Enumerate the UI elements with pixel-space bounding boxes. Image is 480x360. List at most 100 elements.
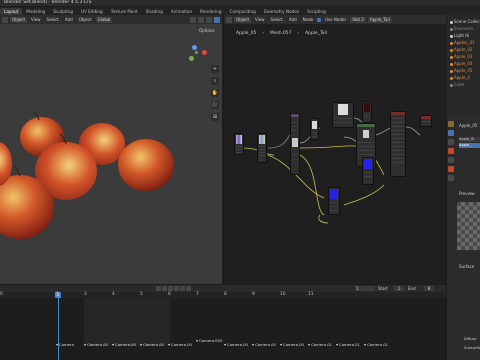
marker-icon: [196, 340, 198, 342]
outliner-item-label: Apple_03: [454, 54, 473, 59]
modifier-icon[interactable]: [448, 139, 454, 145]
camera-view-icon[interactable]: 🎥: [211, 101, 219, 109]
surface-section[interactable]: Surface: [459, 264, 474, 269]
outliner-item[interactable]: Apple_05: [450, 68, 480, 74]
playhead-line[interactable]: [57, 298, 59, 360]
color-ramp-node[interactable]: [310, 118, 319, 140]
marker-label: Camera.005: [199, 338, 223, 343]
axis-x-icon[interactable]: [202, 50, 207, 55]
outliner-item[interactable]: Environm: [450, 26, 480, 32]
data-icon[interactable]: [448, 175, 454, 181]
shader-node-editor[interactable]: Object View Select Add Node Use Nodes Sl…: [224, 15, 446, 284]
end-frame-field[interactable]: 8: [424, 286, 434, 291]
material-slot[interactable]: Apple_Sl: [459, 137, 480, 142]
diffuse-label: Diffuse: [464, 337, 477, 341]
pan-hand-icon[interactable]: ✋: [211, 89, 219, 97]
color-node[interactable]: [328, 187, 340, 215]
jump-end-icon[interactable]: [186, 286, 191, 291]
outliner-item[interactable]: Apples_01: [450, 40, 480, 46]
outliner-item-label: Light Hi: [454, 33, 470, 38]
tab-layout[interactable]: Layout: [0, 7, 23, 15]
tab-compositing[interactable]: Compositing: [226, 8, 260, 15]
menu-add[interactable]: Add: [63, 17, 75, 23]
overlay-icon[interactable]: [190, 16, 196, 23]
outliner-item[interactable]: Light Hi: [450, 33, 480, 39]
axis-z-icon[interactable]: [192, 45, 197, 50]
material-properties-icon[interactable]: [448, 130, 454, 136]
menu-select[interactable]: Select: [45, 17, 61, 23]
timeline-marker[interactable]: Camera.005: [196, 338, 222, 343]
timeline-marker[interactable]: Camera: [56, 342, 74, 347]
timeline-marker[interactable]: Camera.00: [252, 342, 276, 347]
physics-icon[interactable]: [448, 157, 454, 163]
timeline-marker[interactable]: Camera.00: [140, 342, 164, 347]
outliner-item[interactable]: Cube: [450, 82, 480, 88]
apple-object[interactable]: [118, 139, 174, 191]
timeline-tick-label: 3: [84, 292, 87, 297]
image-texture-node[interactable]: [362, 101, 372, 123]
timeline-marker[interactable]: Camera.01: [308, 342, 332, 347]
tab-uv-editing[interactable]: UV Editing: [77, 8, 107, 15]
timeline-marker[interactable]: Camera.00: [168, 342, 192, 347]
color-node[interactable]: [362, 157, 374, 185]
menu-view[interactable]: View: [29, 17, 43, 23]
tab-scripting[interactable]: Scripting: [303, 8, 330, 15]
object-properties-icon[interactable]: [448, 121, 454, 127]
bump-node[interactable]: [332, 102, 354, 128]
tab-geometry-nodes[interactable]: Geometry Nodes: [260, 8, 303, 15]
timeline-marker[interactable]: Camera.01: [336, 342, 360, 347]
shading-material-icon[interactable]: [214, 16, 220, 23]
outliner-item[interactable]: Apple_0: [450, 75, 480, 81]
perspective-grid-icon[interactable]: ⊞: [211, 113, 219, 121]
viewport-3d[interactable]: Object View Select Add Object Global Opt…: [0, 15, 222, 284]
xray-icon[interactable]: [198, 16, 204, 23]
zoom-icon[interactable]: +: [211, 65, 219, 73]
shading-solid-icon[interactable]: [206, 16, 212, 23]
timeline-marker[interactable]: Camera.01: [364, 342, 388, 347]
play-icon[interactable]: [174, 286, 179, 291]
transform-orientation[interactable]: Global: [95, 16, 113, 23]
magnify-icon[interactable]: ⌕: [211, 77, 219, 85]
tab-animation[interactable]: Animation: [167, 8, 196, 15]
timeline-marker[interactable]: Camera.00: [224, 342, 248, 347]
mode-dropdown[interactable]: Object: [10, 16, 28, 23]
menu-object[interactable]: Object: [77, 17, 94, 23]
timeline-marker[interactable]: Camera.00: [84, 342, 108, 347]
play-reverse-icon[interactable]: [168, 286, 173, 291]
output-node[interactable]: [420, 115, 432, 127]
material-output-node[interactable]: [390, 111, 406, 177]
prev-key-icon[interactable]: [162, 286, 167, 291]
tab-rendering[interactable]: Rendering: [196, 8, 225, 15]
outliner-item[interactable]: Apple_03: [450, 54, 480, 60]
timeline-tick-label: 0: [0, 292, 3, 297]
outliner-item-label: Apple_05: [454, 68, 473, 73]
particles-icon[interactable]: [448, 148, 454, 154]
axis-y-icon[interactable]: [189, 56, 194, 61]
jump-start-icon[interactable]: [156, 286, 161, 291]
outliner-item[interactable]: Apple_04: [450, 61, 480, 67]
outliner-item[interactable]: Scene Collect: [450, 19, 480, 25]
timeline-marker[interactable]: Camera.00: [280, 342, 304, 347]
timeline-ruler[interactable]: [0, 292, 446, 298]
collection-icon: [450, 48, 453, 52]
current-frame-field[interactable]: 1: [355, 286, 375, 291]
tab-sculpting[interactable]: Sculpting: [49, 8, 77, 15]
properties-editor[interactable]: Apple_05 Apple_Sl Apple_ Preview Surface…: [447, 115, 480, 360]
tab-modeling[interactable]: Modeling: [22, 8, 49, 15]
next-key-icon[interactable]: [180, 286, 185, 291]
timeline-marker[interactable]: Camera.00: [112, 342, 136, 347]
material-slot[interactable]: Apple_: [459, 143, 480, 148]
outliner-item[interactable]: Apple_02: [450, 47, 480, 53]
mix-node[interactable]: [290, 113, 300, 175]
outliner-item-label: Apple_02: [454, 47, 473, 52]
start-frame-field[interactable]: 1: [394, 286, 404, 291]
editor-type-icon[interactable]: [2, 16, 8, 23]
image-texture-node[interactable]: [257, 133, 267, 163]
tab-shading[interactable]: Shading: [142, 8, 167, 15]
timeline[interactable]: 1 Start 1 End 8 1 0 2 3 4 5 6 7 8 9 10 11: [0, 285, 446, 360]
preview-section[interactable]: Preview: [459, 191, 475, 196]
outliner[interactable]: Scene Collect Environm Light Hi Apples_01 Ap…: [447, 15, 480, 112]
constraints-icon[interactable]: [448, 166, 454, 172]
tab-texture-paint[interactable]: Texture Paint: [107, 8, 142, 15]
image-texture-node[interactable]: [234, 133, 244, 155]
